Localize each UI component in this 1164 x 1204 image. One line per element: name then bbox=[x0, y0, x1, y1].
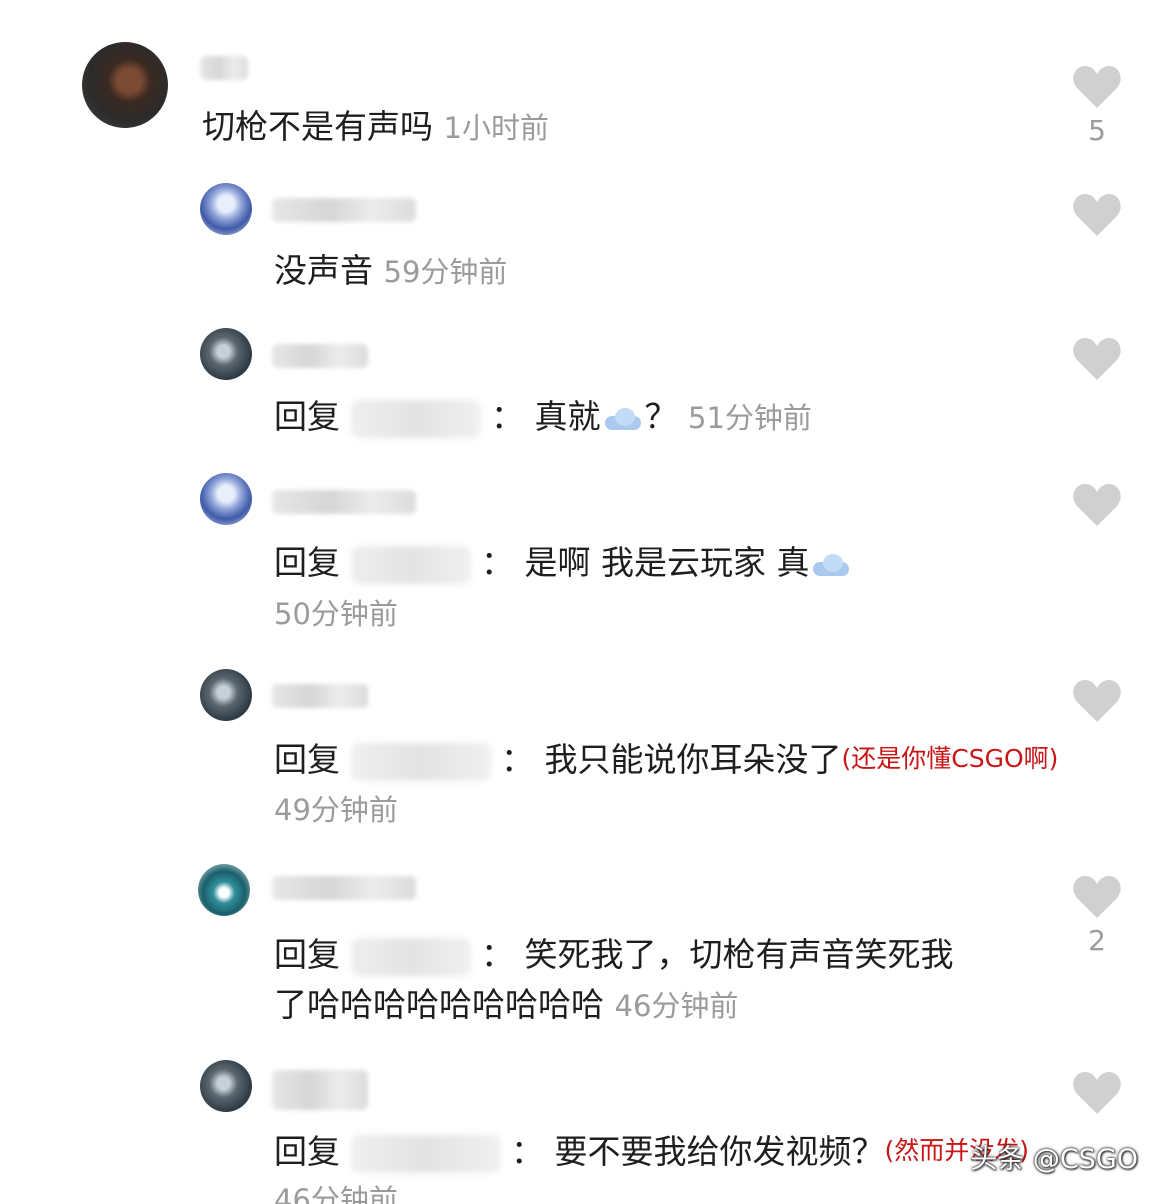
reply-target-blurred[interactable] bbox=[350, 399, 481, 438]
username-blurred[interactable] bbox=[272, 1070, 368, 1110]
comment-time: 46分钟前 bbox=[614, 989, 739, 1023]
like-count: 5 bbox=[1088, 114, 1106, 147]
comment-text: 回复 ： 是啊 我是云玩家 真 bbox=[274, 540, 853, 586]
heart-icon[interactable] bbox=[1072, 192, 1122, 238]
avatar[interactable] bbox=[198, 864, 250, 916]
avatar[interactable] bbox=[200, 183, 252, 235]
comment-text: 回复 ： 我只能说你耳朵没了(还是你懂CSGO啊) bbox=[274, 740, 1059, 781]
reply-target-blurred[interactable] bbox=[350, 1134, 501, 1173]
heart-icon[interactable] bbox=[1072, 678, 1122, 724]
heart-icon[interactable] bbox=[1072, 336, 1122, 382]
reply-target-blurred[interactable] bbox=[350, 937, 471, 976]
watermark: 头条 @CSGO bbox=[970, 1144, 1138, 1175]
avatar[interactable] bbox=[200, 1060, 252, 1112]
username-blurred[interactable] bbox=[272, 684, 368, 708]
comment-text-continued: 了哈哈哈哈哈哈哈哈哈 46分钟前 bbox=[274, 985, 739, 1024]
reply-target-blurred[interactable] bbox=[350, 545, 471, 584]
red-annotation: (还是你懂CSGO啊) bbox=[841, 744, 1059, 773]
username-blurred[interactable] bbox=[200, 56, 248, 80]
reply-prefix: 回复 bbox=[274, 935, 340, 974]
reply-prefix: 回复 bbox=[274, 740, 340, 779]
reply-prefix: 回复 bbox=[274, 397, 340, 436]
comment-thread: 切枪不是有声吗 1小时前 5 没声音 59分钟前 回复 ： 真就？ 51分钟前 … bbox=[0, 0, 1164, 1204]
comment-time: 46分钟前 bbox=[274, 1183, 398, 1204]
cloud-emoji-icon bbox=[809, 552, 853, 578]
heart-icon[interactable] bbox=[1072, 874, 1122, 920]
comment-time: 59分钟前 bbox=[383, 255, 508, 289]
heart-icon[interactable] bbox=[1072, 482, 1122, 528]
avatar[interactable] bbox=[200, 328, 252, 380]
username-blurred[interactable] bbox=[272, 490, 416, 514]
comment-time: 50分钟前 bbox=[274, 597, 398, 631]
comment-text: 切枪不是有声吗 1小时前 bbox=[202, 107, 549, 146]
like-count: 2 bbox=[1088, 924, 1106, 957]
heart-icon[interactable] bbox=[1072, 1070, 1122, 1116]
comment-text: 回复 ： 真就？ 51分钟前 bbox=[274, 397, 812, 438]
avatar[interactable] bbox=[200, 473, 252, 525]
avatar[interactable] bbox=[200, 669, 252, 721]
username-blurred[interactable] bbox=[272, 344, 368, 368]
avatar[interactable] bbox=[82, 42, 168, 128]
comment-text: 回复 ： 要不要我给你发视频？(然而并没发) bbox=[274, 1132, 1030, 1173]
comment-text: 回复 ： 笑死我了，切枪有声音笑死我 bbox=[274, 935, 954, 976]
username-blurred[interactable] bbox=[272, 198, 416, 222]
reply-prefix: 回复 bbox=[274, 543, 340, 582]
comment-time: 1小时前 bbox=[443, 111, 549, 145]
heart-icon[interactable] bbox=[1072, 64, 1122, 110]
reply-prefix: 回复 bbox=[274, 1132, 340, 1171]
comment-time: 51分钟前 bbox=[688, 401, 812, 435]
comment-time: 49分钟前 bbox=[274, 793, 398, 827]
comment-text: 没声音 59分钟前 bbox=[274, 251, 508, 290]
cloud-emoji-icon bbox=[601, 406, 645, 432]
username-blurred[interactable] bbox=[272, 876, 416, 900]
reply-target-blurred[interactable] bbox=[350, 742, 491, 781]
